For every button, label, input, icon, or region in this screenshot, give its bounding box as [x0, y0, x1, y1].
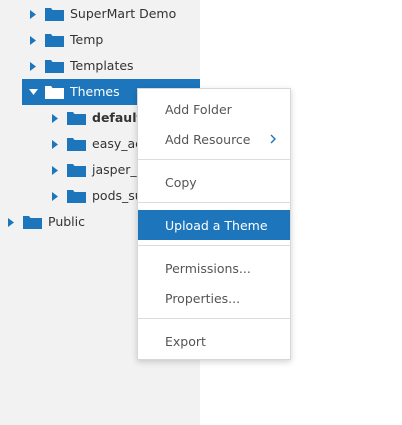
folder-icon: [67, 111, 86, 125]
tree-node-default[interactable]: default: [50, 105, 142, 131]
menu-separator: [138, 159, 290, 160]
tree-node-label: Themes: [70, 84, 120, 99]
menu-item-label: Properties...: [165, 290, 241, 306]
expand-arrow-icon[interactable]: [50, 191, 60, 201]
menu-item-label: Copy: [165, 174, 197, 190]
folder-icon: [67, 189, 86, 203]
expand-arrow-icon[interactable]: [28, 9, 38, 19]
tree-node-label: SuperMart Demo: [70, 6, 177, 21]
expand-arrow-icon[interactable]: [50, 165, 60, 175]
folder-icon: [45, 7, 64, 21]
chevron-right-icon: [268, 133, 278, 145]
tree-node-templates[interactable]: Templates: [28, 53, 134, 79]
menu-separator: [138, 318, 290, 319]
menu-item-add-resource[interactable]: Add Resource: [138, 124, 290, 154]
menu-item-upload-theme[interactable]: Upload a Theme: [138, 210, 290, 240]
expand-arrow-icon[interactable]: [6, 217, 16, 227]
menu-item-label: Permissions...: [165, 260, 251, 276]
menu-item-label: Upload a Theme: [165, 217, 268, 233]
folder-icon: [45, 59, 64, 73]
expand-arrow-icon[interactable]: [28, 35, 38, 45]
context-menu: Add Folder Add Resource Copy Upload a Th…: [137, 88, 291, 360]
folder-icon: [45, 33, 64, 47]
tree-node-label: Public: [48, 214, 85, 229]
menu-item-label: Add Folder: [165, 101, 232, 117]
tree-node-label: Temp: [70, 32, 104, 47]
menu-item-add-folder[interactable]: Add Folder: [138, 94, 290, 124]
menu-item-label: Export: [165, 333, 206, 349]
menu-item-copy[interactable]: Copy: [138, 167, 290, 197]
menu-item-permissions[interactable]: Permissions...: [138, 253, 290, 283]
menu-separator: [138, 202, 290, 203]
tree-node-label: default: [92, 110, 143, 125]
folder-icon: [23, 215, 42, 229]
tree-node-supermart-demo[interactable]: SuperMart Demo: [28, 1, 176, 27]
menu-item-properties[interactable]: Properties...: [138, 283, 290, 313]
tree-node-temp[interactable]: Temp: [28, 27, 103, 53]
folder-icon: [67, 137, 86, 151]
menu-separator: [138, 245, 290, 246]
menu-item-label: Add Resource: [165, 131, 251, 147]
expand-arrow-icon[interactable]: [50, 113, 60, 123]
tree-node-public[interactable]: Public: [6, 209, 85, 235]
folder-icon: [67, 163, 86, 177]
tree-node-easy-access[interactable]: easy_acc: [50, 131, 149, 157]
menu-item-export[interactable]: Export: [138, 326, 290, 356]
collapse-arrow-icon[interactable]: [28, 87, 38, 97]
tree-node-label: Templates: [70, 58, 134, 73]
tree-node-pods-summer[interactable]: pods_sun: [50, 183, 151, 209]
expand-arrow-icon[interactable]: [50, 139, 60, 149]
expand-arrow-icon[interactable]: [28, 61, 38, 71]
folder-icon: [45, 85, 64, 99]
